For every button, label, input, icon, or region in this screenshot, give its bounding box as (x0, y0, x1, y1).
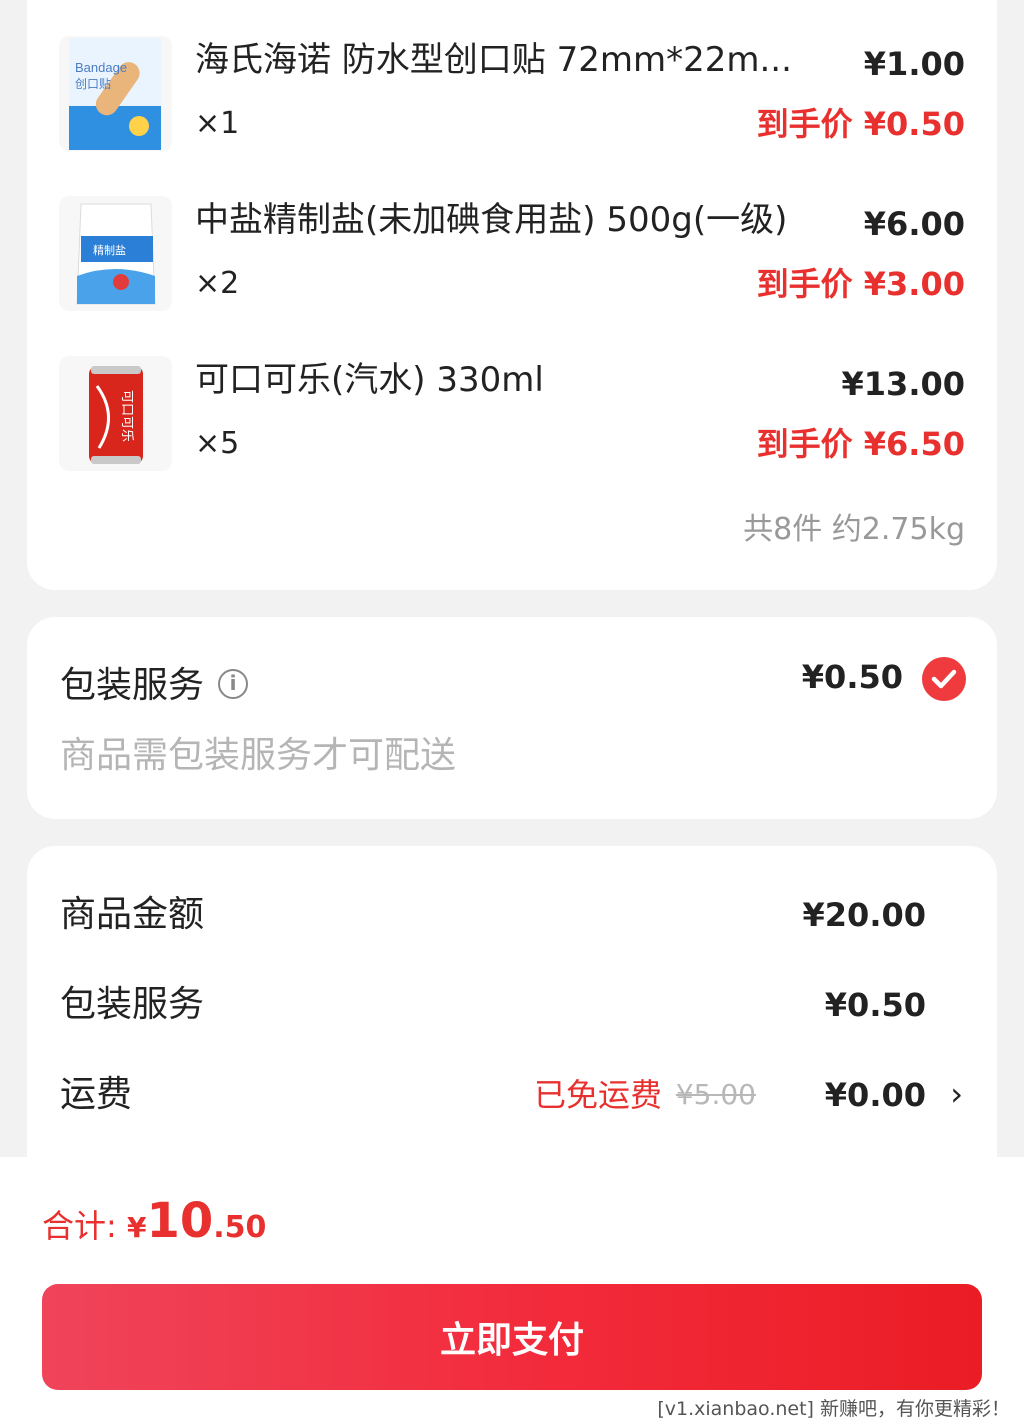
item-quantity: ×5 (195, 426, 240, 461)
item-price: ¥6.00 (863, 205, 965, 243)
info-icon[interactable]: i (218, 669, 248, 699)
svg-text:Bandage: Bandage (75, 60, 127, 75)
packaging-fee-label: 包装服务 (60, 984, 205, 1025)
packaging-fee-row: 包装服务 ¥0.50 (60, 980, 926, 1030)
svg-text:创口贴: 创口贴 (75, 77, 111, 91)
goods-amount-value: ¥20.00 (802, 896, 926, 934)
item-final-price: 到手价 ¥0.50 (756, 105, 965, 143)
item-final-price: 到手价 ¥3.00 (756, 265, 965, 303)
item-name: 可口可乐(汽水) 330ml (195, 360, 544, 400)
watermark: [v1.xianbao.net] 新赚吧，有你更精彩！ (657, 1396, 1010, 1422)
svg-text:可口可乐: 可口可乐 (119, 390, 134, 442)
shipping-original-price: ¥5.00 (675, 1078, 756, 1111)
total-decimal: .50 (213, 1210, 267, 1245)
bandage-package-image: Bandage 创口贴 (59, 36, 172, 151)
shipping-fee-value: ¥0.00 (824, 1076, 926, 1114)
shipping-fee-label: 运费 (60, 1074, 133, 1115)
packaging-service-card: 包装服务 i ¥0.50 商品需包装服务才可配送 (27, 617, 997, 819)
item-quantity: ×2 (195, 266, 240, 301)
price-summary-card: 商品金额 ¥20.00 包装服务 ¥0.50 运费 已免运费 ¥5.00 ¥0.… (27, 846, 997, 1206)
total-label: 合计: (42, 1207, 117, 1245)
list-item[interactable]: 可口可乐 可口可乐(汽水) 330ml ×5 ¥13.00 到手价 ¥6.50 (27, 356, 997, 516)
packaging-price: ¥0.50 (801, 658, 903, 696)
shipping-free-badge: 已免运费 (533, 1076, 662, 1114)
checkmark-icon[interactable] (922, 657, 966, 701)
svg-text:精制盐: 精制盐 (93, 244, 126, 257)
item-name: 中盐精制盐(未加碘食用盐) 500g(一级) (195, 200, 788, 240)
coke-can-image: 可口可乐 (59, 356, 172, 471)
packaging-note: 商品需包装服务才可配送 (60, 735, 457, 776)
order-total: 合计: ¥10.50 (42, 1193, 266, 1256)
list-item[interactable]: 精制盐 中盐精制盐(未加碘食用盐) 500g(一级) ×2 ¥6.00 到手价 … (27, 196, 997, 356)
packaging-fee-value: ¥0.50 (824, 986, 926, 1024)
chevron-right-icon[interactable]: › (950, 1070, 963, 1118)
item-price: ¥1.00 (863, 45, 965, 83)
total-integer: 10 (146, 1193, 214, 1249)
shipping-fee-row[interactable]: 运费 已免运费 ¥5.00 ¥0.00 › (60, 1070, 963, 1120)
item-quantity: ×1 (195, 106, 240, 141)
salt-bag-image: 精制盐 (59, 196, 172, 311)
goods-amount-label: 商品金额 (60, 894, 205, 935)
checkout-bar: 合计: ¥10.50 立即支付 [v1.xianbao.net] 新赚吧，有你更… (0, 1157, 1024, 1428)
order-items-card: Bandage 创口贴 海氏海诺 防水型创口贴 72mm*22m... ×1 ¥… (27, 0, 997, 590)
pay-now-button[interactable]: 立即支付 (42, 1284, 982, 1390)
packaging-title: 包装服务 (60, 665, 205, 706)
total-currency: ¥ (126, 1211, 147, 1244)
item-price: ¥13.00 (841, 365, 965, 403)
item-final-price: 到手价 ¥6.50 (756, 425, 965, 463)
items-summary: 共8件 约2.75kg (743, 512, 965, 547)
list-item[interactable]: Bandage 创口贴 海氏海诺 防水型创口贴 72mm*22m... ×1 ¥… (27, 36, 997, 196)
goods-amount-row: 商品金额 ¥20.00 (60, 890, 926, 940)
item-name: 海氏海诺 防水型创口贴 72mm*22m... (195, 40, 792, 80)
